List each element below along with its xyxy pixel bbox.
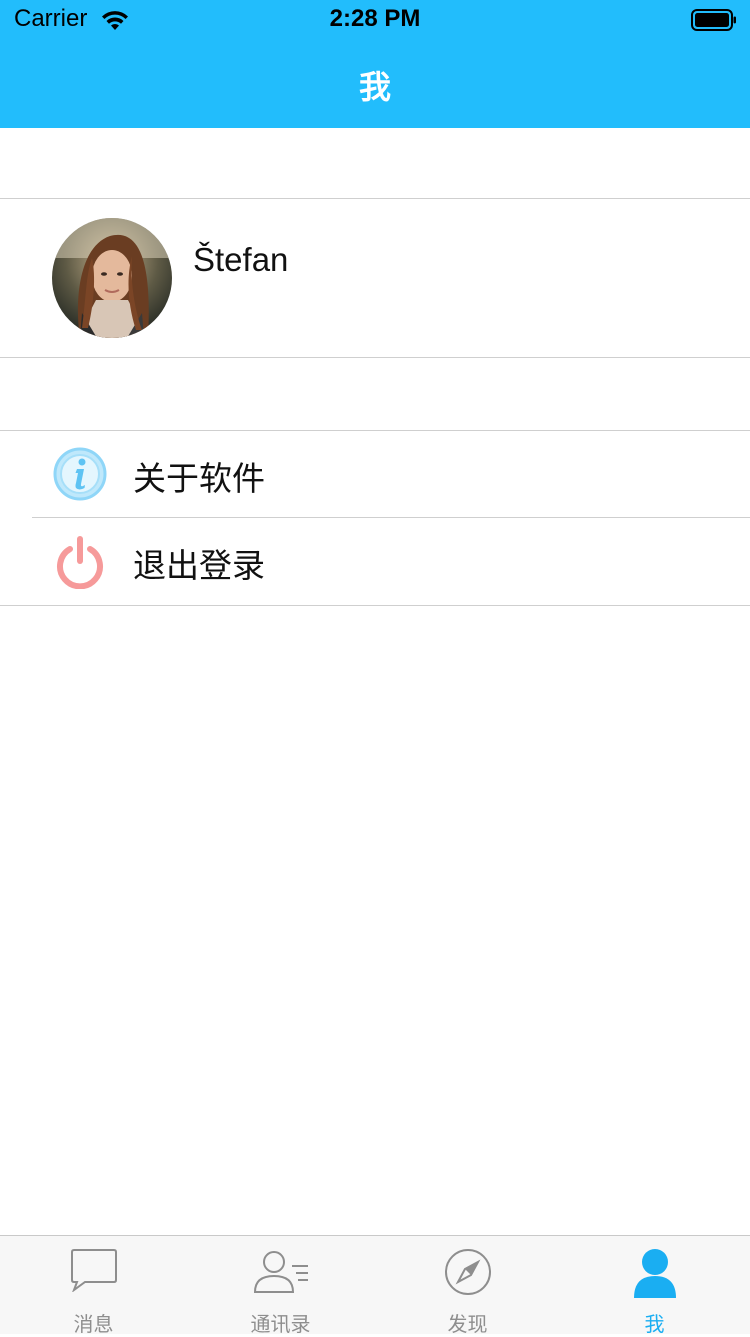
info-icon [53,447,107,501]
tab-discover[interactable]: 发现 [374,1236,561,1336]
divider [0,605,750,606]
power-icon [57,536,103,589]
battery-icon [691,9,736,31]
clock: 2:28 PM [329,5,421,32]
contacts-icon [253,1251,308,1293]
avatar-photo [52,218,172,338]
divider [0,357,750,358]
compass-icon [444,1249,491,1295]
tab-label: 通讯录 [250,1312,311,1336]
person-icon [633,1249,676,1298]
menu-item-label: 关于软件 [133,459,265,498]
tab-label: 发现 [447,1312,488,1336]
chat-bubble-icon [70,1249,117,1292]
tab-label: 我 [644,1312,665,1336]
profile-row[interactable]: Štefan [0,199,750,357]
tab-messages[interactable]: 消息 [0,1236,187,1336]
tab-contacts[interactable]: 通讯录 [187,1236,374,1336]
menu-item-logout[interactable]: 退出登录 [0,518,750,604]
avatar[interactable] [52,218,172,338]
status-bar: Carrier 2:28 PM [0,0,750,40]
menu-item-about[interactable]: 关于软件 [0,431,750,517]
page-title: 我 [358,68,391,106]
tab-bar: 消息 通讯录 发现 我 [0,1235,750,1336]
user-name: Štefan [193,241,289,278]
header: Carrier 2:28 PM 我 [0,0,750,128]
menu-item-label: 退出登录 [133,546,265,585]
tab-label: 消息 [73,1312,114,1336]
tab-me[interactable]: 我 [561,1236,748,1336]
